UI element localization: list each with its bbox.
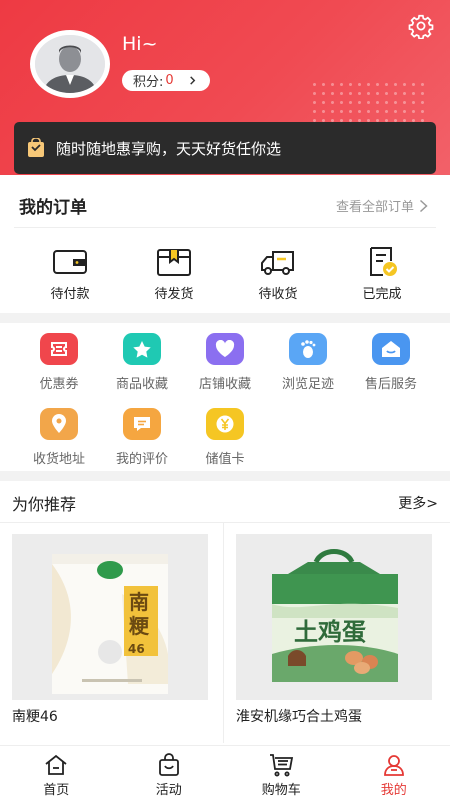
- section-separator: [0, 313, 450, 323]
- bottom-tab-bar: 首页 活动 购物车 我的: [0, 745, 450, 800]
- service-product-favorites[interactable]: 商品收藏: [97, 333, 187, 392]
- home-icon: [45, 754, 67, 775]
- settings-gear-icon[interactable]: [408, 13, 434, 39]
- tab-activity[interactable]: 活动: [113, 746, 226, 800]
- service-my-reviews[interactable]: 我的评价: [97, 408, 187, 467]
- greeting-text: Hi~: [122, 33, 158, 55]
- order-pending-shipment[interactable]: 待发货: [122, 246, 226, 306]
- profile-header: Hi~ 积分: 0 随时随地惠享购，天天好货任你选: [0, 0, 450, 175]
- tab-activity-label: 活动: [155, 783, 182, 798]
- service-after-sales[interactable]: 售后服务: [346, 333, 436, 392]
- product-card[interactable]: 南粳 46 南粳46: [12, 534, 208, 726]
- truck-icon: [261, 251, 294, 275]
- wallet-icon: [53, 250, 87, 274]
- banner-text: 随时随地惠享购，天天好货任你选: [56, 139, 282, 158]
- service-after-sales-label: 售后服务: [364, 377, 417, 392]
- tab-cart[interactable]: 购物车: [225, 746, 338, 800]
- service-product-favorites-label: 商品收藏: [115, 377, 168, 392]
- points-value: 0: [165, 73, 174, 88]
- divider: [14, 227, 436, 228]
- star-icon: [123, 333, 161, 365]
- shopping-bag-icon: [28, 138, 44, 157]
- package-brand-text: 土鸡蛋: [294, 617, 366, 646]
- location-icon: [40, 408, 78, 440]
- product-card[interactable]: 土鸡蛋 淮安机缘巧合土鸡蛋: [236, 534, 432, 726]
- service-stored-value-card-label: 储值卡: [205, 452, 245, 467]
- tab-profile-label: 我的: [380, 783, 407, 798]
- completed-doc-icon: [370, 247, 397, 276]
- service-stored-value-card[interactable]: 储值卡: [180, 408, 270, 467]
- cart-icon: [270, 754, 294, 777]
- product-name: 淮安机缘巧合土鸡蛋: [236, 709, 362, 725]
- profile-icon: [383, 755, 404, 776]
- promo-banner: 随时随地惠享购，天天好货任你选: [14, 122, 436, 174]
- service-browsing-history[interactable]: 浏览足迹: [263, 333, 353, 392]
- service-store-favorites[interactable]: 店铺收藏: [180, 333, 270, 392]
- view-all-orders-label: 查看全部订单: [335, 200, 414, 215]
- service-store-favorites-label: 店铺收藏: [198, 377, 251, 392]
- default-avatar-icon: [35, 35, 105, 93]
- divider: [0, 522, 450, 523]
- tab-cart-label: 购物车: [261, 783, 301, 798]
- service-shipping-address-label: 收货地址: [32, 452, 85, 467]
- points-label: 积分:: [133, 75, 164, 90]
- tab-home-label: 首页: [43, 783, 70, 798]
- comment-icon: [123, 408, 161, 440]
- orders-header: 我的订单 查看全部订单: [0, 186, 450, 226]
- recommend-more-link[interactable]: 更多>: [398, 493, 438, 513]
- home-service-icon: [372, 333, 410, 365]
- package-brand-text: 南粳: [129, 590, 149, 638]
- section-separator: [0, 471, 450, 481]
- order-pending-payment[interactable]: 待付款: [18, 246, 122, 306]
- order-pending-payment-label: 待付款: [50, 287, 90, 302]
- order-status-row: 待付款 待发货 待收货 已完成: [0, 246, 450, 306]
- service-coupons-label: 优惠券: [39, 377, 79, 392]
- footprint-icon: [289, 333, 327, 365]
- service-browsing-history-label: 浏览足迹: [281, 377, 334, 392]
- order-completed[interactable]: 已完成: [330, 246, 434, 306]
- coupon-icon: [40, 333, 78, 365]
- tab-home[interactable]: 首页: [0, 746, 113, 800]
- avatar[interactable]: [30, 30, 110, 98]
- chevron-right-icon: [419, 199, 428, 212]
- order-pending-receipt[interactable]: 待收货: [226, 246, 330, 306]
- service-coupons[interactable]: 优惠券: [14, 333, 104, 392]
- product-image: 土鸡蛋: [236, 534, 432, 700]
- tab-profile[interactable]: 我的: [338, 746, 450, 800]
- order-pending-receipt-label: 待收货: [258, 287, 298, 302]
- chevron-right-icon: [190, 76, 196, 85]
- package-icon: [157, 249, 191, 276]
- shopping-bag-icon: [158, 753, 179, 776]
- recommend-title: 为你推荐: [12, 495, 77, 514]
- product-image: 南粳 46: [12, 534, 208, 700]
- heart-icon: [206, 333, 244, 365]
- package-number-text: 46: [128, 642, 145, 656]
- order-pending-shipment-label: 待发货: [154, 287, 194, 302]
- divider: [223, 523, 224, 743]
- points-pill[interactable]: 积分: 0: [122, 70, 210, 91]
- yen-icon: [206, 408, 244, 440]
- service-my-reviews-label: 我的评价: [115, 452, 168, 467]
- service-shipping-address[interactable]: 收货地址: [14, 408, 104, 467]
- orders-title: 我的订单: [19, 198, 87, 218]
- order-completed-label: 已完成: [362, 287, 402, 302]
- view-all-orders-link[interactable]: 查看全部订单: [336, 196, 428, 215]
- product-name: 南粳46: [12, 709, 58, 725]
